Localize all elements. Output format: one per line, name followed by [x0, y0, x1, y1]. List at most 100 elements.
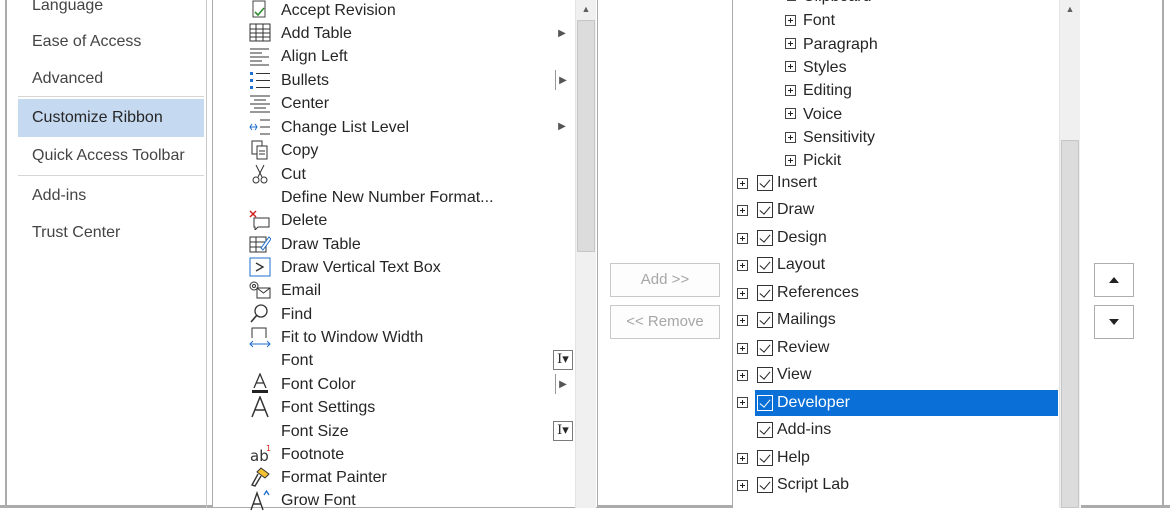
expand-plus-icon[interactable] [785, 108, 796, 119]
tree-tab-script-lab[interactable]: Script Lab [777, 472, 849, 498]
nav-item-language[interactable]: Language [18, 0, 204, 25]
remove-button[interactable]: << Remove [610, 305, 720, 339]
expand-plus-icon[interactable] [785, 38, 796, 49]
tab-checkbox[interactable] [757, 175, 773, 191]
expand-plus-icon[interactable] [737, 288, 748, 299]
tree-tab-developer-row[interactable]: Developer [755, 390, 1058, 416]
window-border-left [5, 0, 7, 508]
table-grid-icon [248, 22, 272, 44]
tab-checkbox[interactable] [757, 422, 773, 438]
copy-icon [248, 139, 272, 161]
nav-item-quick-access-toolbar[interactable]: Quick Access Toolbar [18, 137, 204, 175]
commands-scroll-thumb[interactable] [577, 20, 595, 252]
command-align-left[interactable]: Align Left [281, 45, 348, 68]
tree-tab-draw[interactable]: Draw [777, 197, 814, 223]
expand-plus-icon[interactable] [737, 397, 748, 408]
expand-plus-icon[interactable] [785, 15, 796, 26]
move-up-button[interactable] [1094, 263, 1134, 297]
nav-divider [18, 96, 204, 97]
scissors-icon [248, 163, 272, 185]
expand-plus-icon[interactable] [737, 260, 748, 271]
tab-checkbox[interactable] [757, 340, 773, 356]
draw-table-icon [248, 233, 272, 255]
tree-tab-help[interactable]: Help [777, 445, 810, 471]
window-border-right [1162, 0, 1164, 508]
tree-scroll-thumb[interactable] [1061, 140, 1079, 508]
fit-width-icon [248, 326, 272, 348]
expand-plus-icon[interactable] [737, 233, 748, 244]
command-find[interactable]: Find [281, 303, 312, 326]
expand-plus-icon[interactable] [785, 61, 796, 72]
nav-item-trust-center[interactable]: Trust Center [18, 214, 204, 252]
command-copy[interactable]: Copy [281, 139, 318, 162]
scroll-up-arrow-icon[interactable]: ▲ [1060, 0, 1080, 18]
command-footnote[interactable]: Footnote [281, 443, 344, 466]
expand-plus-icon[interactable] [785, 132, 796, 143]
nav-item-ease-of-access[interactable]: Ease of Access [18, 23, 204, 61]
font-combobox-icon: I▾ [553, 350, 573, 370]
nav-item-add-ins[interactable]: Add-ins [18, 177, 204, 215]
tree-tab-layout[interactable]: Layout [777, 252, 825, 278]
expand-plus-icon[interactable] [737, 370, 748, 381]
command-delete[interactable]: Delete [281, 209, 327, 232]
tab-checkbox[interactable] [757, 367, 773, 383]
command-format-painter[interactable]: Format Painter [281, 466, 387, 489]
tree-tab-design[interactable]: Design [777, 225, 827, 251]
command-font-size[interactable]: Font Size [281, 420, 349, 443]
command-accept-revision[interactable]: Accept Revision [281, 0, 396, 22]
tree-tab-review[interactable]: Review [777, 335, 829, 361]
command-change-list-level[interactable]: Change List Level [281, 116, 409, 139]
tree-group-editing[interactable]: Editing [803, 78, 852, 104]
command-grow-font[interactable]: Grow Font [281, 489, 356, 512]
command-draw-vertical-text-box[interactable]: Draw Vertical Text Box [281, 256, 441, 279]
command-bullets[interactable]: Bullets [281, 69, 329, 92]
command-font-settings[interactable]: Font Settings [281, 396, 375, 419]
command-font[interactable]: Font [281, 349, 313, 372]
add-button[interactable]: Add >> [610, 263, 720, 297]
expand-plus-icon[interactable] [785, 85, 796, 96]
expand-plus-icon[interactable] [737, 453, 748, 464]
move-down-button[interactable] [1094, 305, 1134, 339]
tree-tab-mailings[interactable]: Mailings [777, 307, 836, 333]
nav-divider [18, 175, 204, 176]
tab-checkbox[interactable] [757, 312, 773, 328]
tab-checkbox[interactable] [757, 450, 773, 466]
expand-plus-icon[interactable] [737, 343, 748, 354]
tree-tab-add-ins[interactable]: Add-ins [777, 417, 831, 443]
vertical-text-box-icon [248, 256, 272, 278]
command-email[interactable]: Email [281, 279, 321, 302]
email-icon [248, 279, 272, 301]
tree-group-font[interactable]: Font [803, 8, 835, 34]
tab-checkbox[interactable] [757, 230, 773, 246]
collapse-minus-icon [787, 0, 796, 1]
command-add-table[interactable]: Add Table [281, 22, 352, 45]
command-cut[interactable]: Cut [281, 163, 306, 186]
tab-checkbox[interactable] [757, 202, 773, 218]
tree-tab-references[interactable]: References [777, 280, 859, 306]
submenu-arrow-icon: ▶ [558, 27, 566, 39]
expand-plus-icon[interactable] [737, 480, 748, 491]
footnote-icon: ab 1 [248, 443, 272, 465]
expand-plus-icon[interactable] [737, 315, 748, 326]
tab-checkbox[interactable] [757, 477, 773, 493]
expand-plus-icon[interactable] [785, 155, 796, 166]
tab-checkbox[interactable] [757, 285, 773, 301]
tree-tab-view[interactable]: View [777, 362, 811, 388]
move-up-triangle-icon [1109, 277, 1119, 283]
split-arrow-icon: ▶ [555, 70, 570, 90]
scroll-up-arrow-icon[interactable]: ▲ [576, 0, 596, 18]
expand-plus-icon[interactable] [737, 178, 748, 189]
align-center-icon [248, 92, 272, 114]
expand-plus-icon[interactable] [737, 205, 748, 216]
command-fit-to-window-width[interactable]: Fit to Window Width [281, 326, 423, 349]
nav-item-customize-ribbon[interactable]: Customize Ribbon [18, 99, 204, 137]
command-draw-table[interactable]: Draw Table [281, 233, 361, 256]
command-center[interactable]: Center [281, 92, 329, 115]
nav-item-advanced[interactable]: Advanced [18, 60, 204, 98]
tab-checkbox[interactable] [757, 257, 773, 273]
command-define-new-number-format[interactable]: Define New Number Format... [281, 186, 494, 209]
tree-tab-insert[interactable]: Insert [777, 170, 817, 196]
command-font-color[interactable]: Font Color [281, 373, 356, 396]
tab-checkbox[interactable] [757, 395, 773, 411]
remove-button-label: << Remove [626, 313, 704, 330]
